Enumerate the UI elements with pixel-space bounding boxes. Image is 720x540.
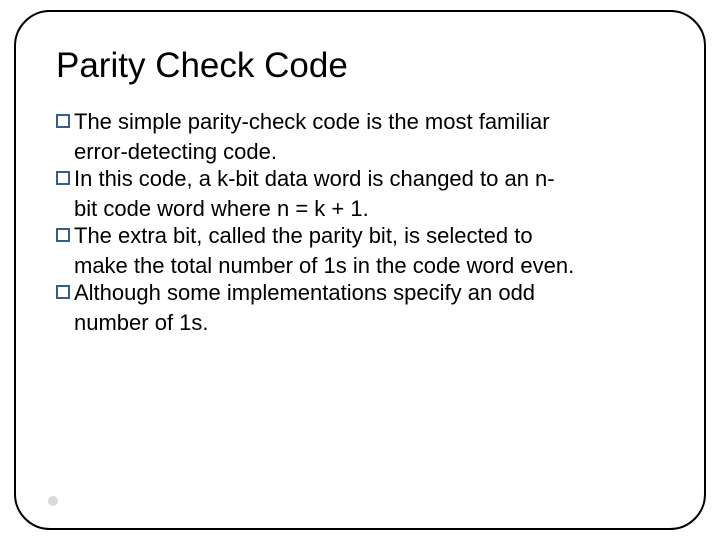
bullet-text: The simple parity-check code is the most…	[74, 108, 664, 136]
bullet-continuation: error-detecting code.	[74, 138, 664, 166]
page-indicator-icon	[48, 496, 58, 506]
bullet-text: Although some implementations specify an…	[74, 279, 664, 307]
slide-frame: Parity Check Code The simple parity-chec…	[14, 10, 706, 530]
list-item: In this code, a k-bit data word is chang…	[56, 165, 664, 193]
square-bullet-icon	[56, 171, 70, 185]
bullet-continuation: bit code word where n = k + 1.	[74, 195, 664, 223]
square-bullet-icon	[56, 114, 70, 128]
square-bullet-icon	[56, 228, 70, 242]
bullet-continuation: make the total number of 1s in the code …	[74, 252, 664, 280]
bullet-list: The simple parity-check code is the most…	[56, 108, 664, 336]
slide-title: Parity Check Code	[56, 46, 664, 86]
slide: Parity Check Code The simple parity-chec…	[0, 0, 720, 540]
bullet-text: The extra bit, called the parity bit, is…	[74, 222, 664, 250]
list-item: The simple parity-check code is the most…	[56, 108, 664, 136]
list-item: Although some implementations specify an…	[56, 279, 664, 307]
square-bullet-icon	[56, 285, 70, 299]
list-item: The extra bit, called the parity bit, is…	[56, 222, 664, 250]
bullet-text: In this code, a k-bit data word is chang…	[74, 165, 664, 193]
bullet-continuation: number of 1s.	[74, 309, 664, 337]
